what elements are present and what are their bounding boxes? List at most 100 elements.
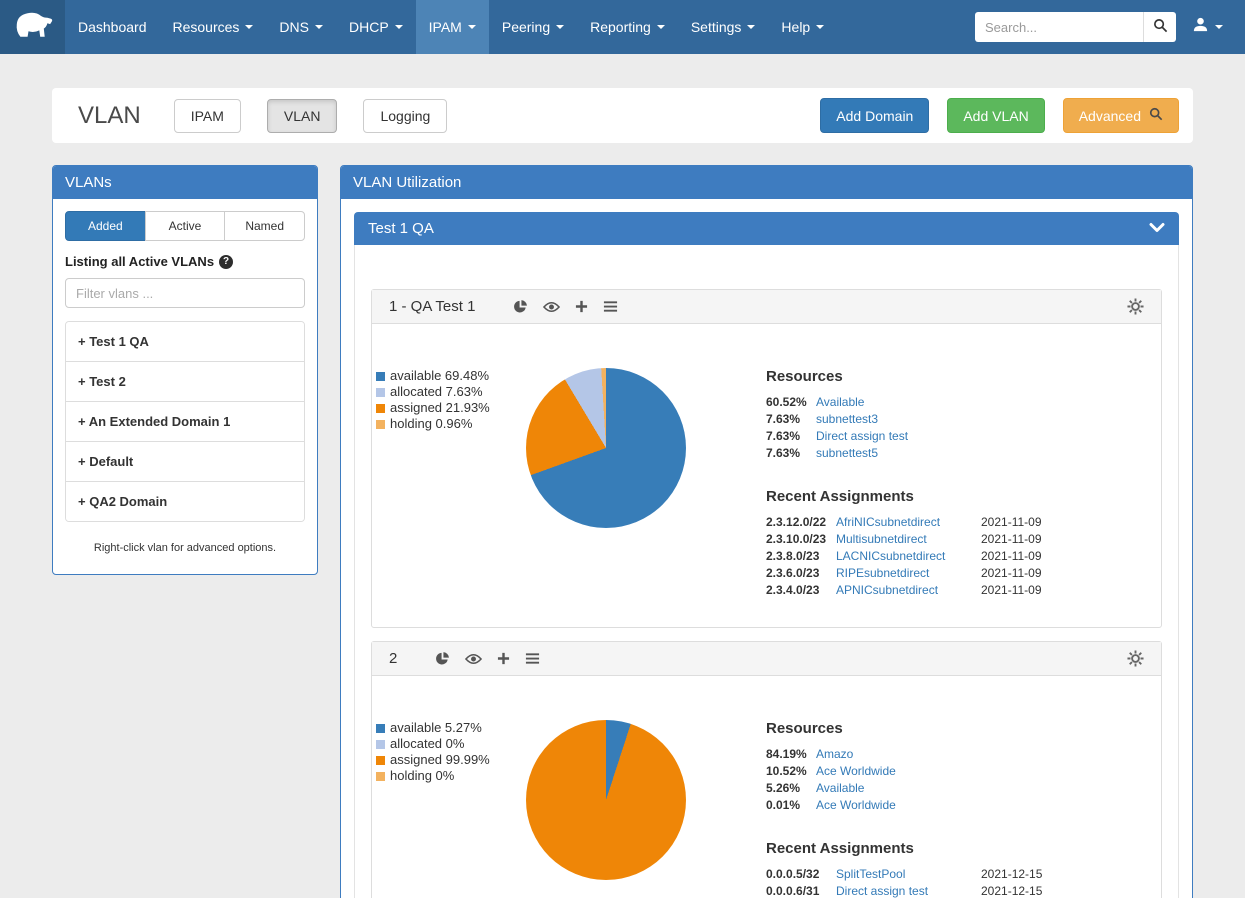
- segment-active[interactable]: Active: [145, 211, 226, 241]
- gear-icon[interactable]: [1127, 298, 1144, 315]
- sidebar-note: Right-click vlan for advanced options.: [65, 542, 305, 554]
- resource-link[interactable]: Available: [816, 394, 1147, 411]
- resource-link[interactable]: Available: [816, 780, 1147, 797]
- vlan-utilization-heading: VLAN Utilization: [341, 166, 1192, 199]
- segment-named[interactable]: Named: [224, 211, 305, 241]
- vlans-panel: VLANs AddedActiveNamed Listing all Activ…: [52, 165, 318, 575]
- vlan-list-item[interactable]: + Test 2: [66, 362, 304, 402]
- nav-item-dhcp[interactable]: DHCP: [336, 0, 416, 54]
- add-domain-button[interactable]: Add Domain: [820, 98, 929, 133]
- tab-ipam[interactable]: IPAM: [174, 99, 241, 133]
- assignment-link[interactable]: SplitTestPool: [836, 866, 981, 883]
- vlan-filter-input[interactable]: [65, 278, 305, 308]
- assignment-link[interactable]: RIPEsubnetdirect: [836, 565, 981, 582]
- nav-item-help[interactable]: Help: [768, 0, 837, 54]
- resource-row: 5.26%Available: [766, 780, 1147, 797]
- vlan-list-item[interactable]: + QA2 Domain: [66, 482, 304, 521]
- legend-label: assigned 21.93%: [390, 400, 490, 416]
- assignment-link[interactable]: Multisubnetdirect: [836, 531, 981, 548]
- resource-link[interactable]: Ace Worldwide: [816, 797, 1147, 814]
- tab-logging[interactable]: Logging: [363, 99, 447, 133]
- resource-row: 0.01%Ace Worldwide: [766, 797, 1147, 814]
- eye-icon[interactable]: [543, 301, 560, 313]
- chart-content: available 5.27%allocated 0%assigned 99.9…: [372, 676, 1161, 898]
- assignment-cidr: 0.0.0.6/31: [766, 883, 836, 898]
- search-button[interactable]: [1143, 12, 1176, 42]
- vlans-panel-body: AddedActiveNamed Listing all Active VLAN…: [53, 199, 317, 574]
- advanced-search-button[interactable]: Advanced: [1063, 98, 1179, 133]
- gear-icon[interactable]: [1127, 650, 1144, 667]
- assignment-row: 2.3.4.0/23APNICsubnetdirect2021-11-09: [766, 582, 1147, 599]
- plus-icon[interactable]: [497, 652, 510, 665]
- vlan-list-item[interactable]: + Test 1 QA: [66, 322, 304, 362]
- resource-percent: 7.63%: [766, 411, 816, 428]
- pie-chart-icon[interactable]: [435, 651, 450, 666]
- search-input[interactable]: [975, 12, 1143, 42]
- nav-item-ipam[interactable]: IPAM: [416, 0, 489, 54]
- caret-down-icon: [395, 25, 403, 29]
- tab-vlan[interactable]: VLAN: [267, 99, 338, 133]
- resource-link[interactable]: Direct assign test: [816, 428, 1147, 445]
- resource-percent: 10.52%: [766, 763, 816, 780]
- assignment-cidr: 2.3.8.0/23: [766, 548, 836, 565]
- help-icon[interactable]: ?: [219, 255, 233, 269]
- toolbar-actions: Add Domain Add VLAN Advanced: [820, 98, 1179, 133]
- assignment-date: 2021-11-09: [981, 565, 1042, 582]
- listing-label-text: Listing all Active VLANs: [65, 254, 214, 269]
- legend-row: assigned 99.99%: [376, 752, 526, 768]
- legend-label: holding 0.96%: [390, 416, 472, 432]
- resource-link[interactable]: subnettest5: [816, 445, 1147, 462]
- nav-item-label: Help: [781, 19, 810, 35]
- global-search: [975, 12, 1176, 42]
- assignment-link[interactable]: AfriNICsubnetdirect: [836, 514, 981, 531]
- pie-chart-icon[interactable]: [513, 299, 528, 314]
- search-icon: [1149, 107, 1163, 124]
- vlans-panel-heading: VLANs: [53, 166, 317, 199]
- legend-swatch: [376, 756, 385, 765]
- menu-icon[interactable]: [603, 300, 618, 313]
- nav-item-peering[interactable]: Peering: [489, 0, 577, 54]
- legend-row: allocated 0%: [376, 736, 526, 752]
- chart-content: available 69.48%allocated 7.63%assigned …: [372, 324, 1161, 627]
- caret-down-icon: [315, 25, 323, 29]
- nav-item-label: DHCP: [349, 19, 389, 35]
- nav-items: DashboardResourcesDNS DHCP IPAM PeeringRepo…: [65, 0, 837, 54]
- vlan-list-item[interactable]: + An Extended Domain 1: [66, 402, 304, 442]
- caret-down-icon: [468, 25, 476, 29]
- legend-label: holding 0%: [390, 768, 454, 784]
- segment-added[interactable]: Added: [65, 211, 146, 241]
- legend-swatch: [376, 388, 385, 397]
- user-menu[interactable]: [1176, 16, 1239, 38]
- nav-item-dashboard[interactable]: Dashboard: [65, 0, 160, 54]
- caret-down-icon: [747, 25, 755, 29]
- legend-row: holding 0.96%: [376, 416, 526, 432]
- domain-title: Test 1 QA: [368, 220, 434, 237]
- vlan-filter-segments: AddedActiveNamed: [65, 211, 305, 241]
- nav-item-dns[interactable]: DNS: [266, 0, 336, 54]
- assignment-row: 2.3.10.0/23Multisubnetdirect2021-11-09: [766, 531, 1147, 548]
- nav-item-reporting[interactable]: Reporting: [577, 0, 678, 54]
- app-logo[interactable]: [0, 0, 65, 54]
- listing-label: Listing all Active VLANs ?: [65, 254, 305, 269]
- eye-icon[interactable]: [465, 653, 482, 665]
- menu-icon[interactable]: [525, 652, 540, 665]
- resource-row: 60.52%Available: [766, 394, 1147, 411]
- plus-icon[interactable]: [575, 300, 588, 313]
- add-vlan-button[interactable]: Add VLAN: [947, 98, 1044, 133]
- nav-item-settings[interactable]: Settings: [678, 0, 769, 54]
- legend-swatch: [376, 404, 385, 413]
- resource-link[interactable]: subnettest3: [816, 411, 1147, 428]
- assignment-link[interactable]: Direct assign test: [836, 883, 981, 898]
- vlan-list-item[interactable]: + Default: [66, 442, 304, 482]
- resource-link[interactable]: Ace Worldwide: [816, 763, 1147, 780]
- collapse-toggle[interactable]: [1149, 220, 1165, 237]
- caret-down-icon: [245, 25, 253, 29]
- resource-link[interactable]: Amazo: [816, 746, 1147, 763]
- assignment-link[interactable]: LACNICsubnetdirect: [836, 548, 981, 565]
- assignment-row: 2.3.8.0/23LACNICsubnetdirect2021-11-09: [766, 548, 1147, 565]
- resource-percent: 0.01%: [766, 797, 816, 814]
- nav-item-resources[interactable]: Resources: [160, 0, 267, 54]
- nav-item-label: IPAM: [429, 19, 462, 35]
- assignment-link[interactable]: APNICsubnetdirect: [836, 582, 981, 599]
- resource-percent: 5.26%: [766, 780, 816, 797]
